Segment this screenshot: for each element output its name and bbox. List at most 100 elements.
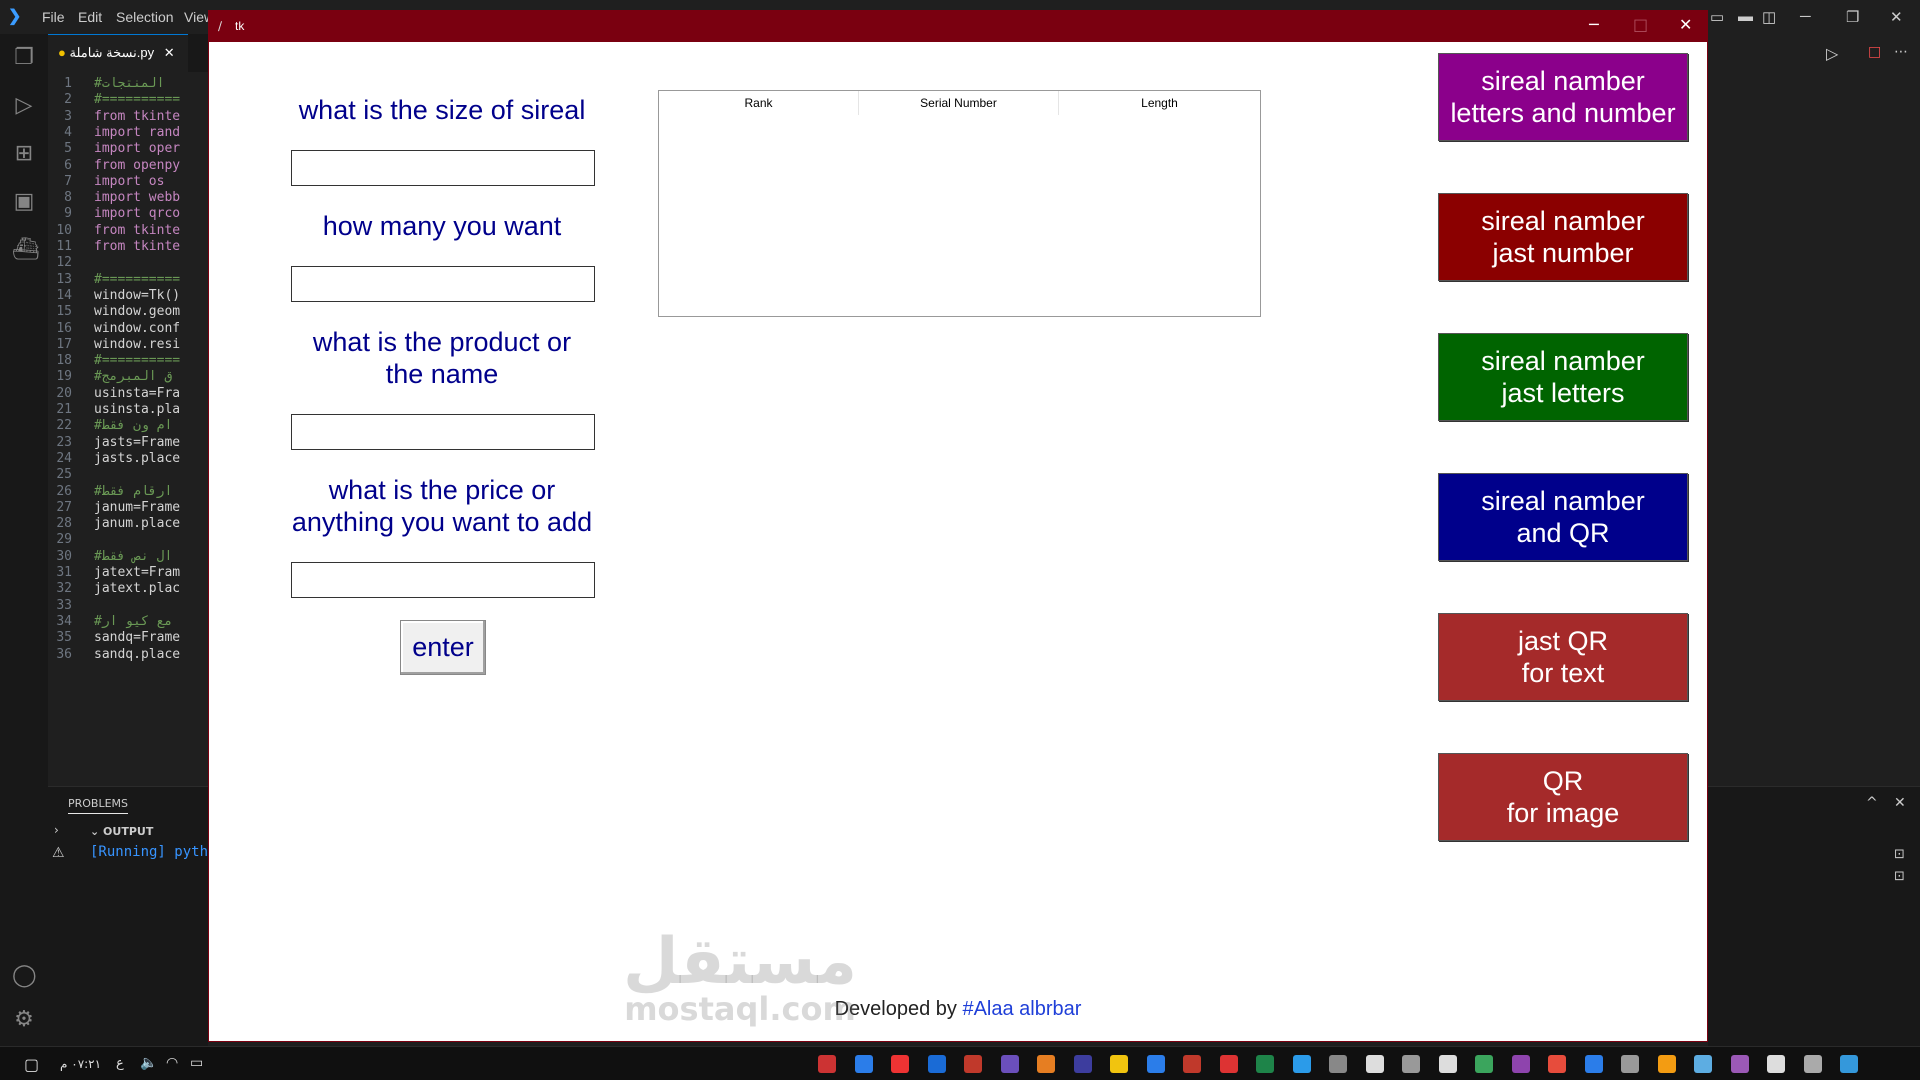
tk-feather-icon: ∕ xyxy=(218,19,223,33)
generator-button-3[interactable]: sireal namber jast letters xyxy=(1438,333,1688,421)
menu-selection[interactable]: Selection xyxy=(116,9,174,25)
tab-close-icon[interactable]: ✕ xyxy=(164,45,175,60)
code-text: window.conf xyxy=(94,320,181,336)
generator-button-4[interactable]: sireal namber and QR xyxy=(1438,473,1688,561)
taskbar-app-icon[interactable] xyxy=(1657,1055,1676,1073)
enter-button[interactable]: enter xyxy=(400,620,486,675)
wifi-icon[interactable]: ◠ xyxy=(166,1055,178,1071)
taskbar-app-icon[interactable] xyxy=(1438,1055,1457,1073)
volume-icon[interactable]: 🔈 xyxy=(140,1055,157,1071)
notification-icon[interactable]: ▢ xyxy=(24,1055,39,1074)
remote-explorer-icon[interactable]: ▣ xyxy=(12,190,36,214)
run-debug-icon[interactable]: ▷ xyxy=(12,94,36,118)
taskbar-app-icon[interactable] xyxy=(1548,1055,1566,1073)
explorer-icon[interactable]: ❐ xyxy=(12,46,36,70)
generator-button-2[interactable]: sireal namber jast number xyxy=(1438,193,1688,281)
vscode-close-icon[interactable]: ✕ xyxy=(1890,8,1903,26)
count-entry[interactable] xyxy=(291,266,595,302)
output-label: OUTPUT xyxy=(103,825,154,838)
close-panel-icon[interactable]: ✕ xyxy=(1894,795,1906,811)
more-actions-icon[interactable]: ⋯ xyxy=(1894,44,1908,60)
taskbar-app-icon[interactable] xyxy=(1730,1055,1749,1073)
taskbar-app-icon[interactable] xyxy=(1584,1055,1603,1073)
price-entry[interactable] xyxy=(291,562,595,598)
taskbar-app-icon[interactable] xyxy=(927,1055,946,1073)
menu-file[interactable]: File xyxy=(42,9,65,25)
chevron-right-icon[interactable]: › xyxy=(54,823,59,837)
taskbar-app-icon[interactable] xyxy=(1183,1055,1201,1073)
generator-button-5[interactable]: jast QR for text xyxy=(1438,613,1688,701)
taskbar-app-icon[interactable] xyxy=(818,1055,836,1073)
tk-client-area: what is the size of sireal how many you … xyxy=(209,42,1707,1041)
button-label-line2: and QR xyxy=(1516,518,1610,548)
account-icon[interactable]: ◯ xyxy=(12,964,37,988)
taskbar-app-icon[interactable] xyxy=(1219,1055,1238,1073)
taskbar-app-icon[interactable] xyxy=(1621,1055,1639,1073)
button-label-line2: jast number xyxy=(1492,238,1634,268)
terminal-icon-2[interactable]: ⊡ xyxy=(1894,869,1905,884)
sidebar-toggle-icon[interactable]: ◫ xyxy=(1762,8,1776,26)
code-text: jasts.place xyxy=(94,450,181,466)
taskbar-app-icon[interactable] xyxy=(1256,1055,1274,1073)
product-entry[interactable] xyxy=(291,414,595,450)
code-text: jatext=Fram xyxy=(94,565,181,580)
extensions-icon[interactable]: ⊞ xyxy=(12,142,36,166)
serial-treeview[interactable]: Rank Serial Number Length xyxy=(658,90,1261,317)
taskbar-app-icon[interactable] xyxy=(1365,1055,1384,1073)
tk-window-title: tk xyxy=(235,19,245,33)
vscode-restore-icon[interactable]: ❐ xyxy=(1846,8,1859,26)
code-editor[interactable]: 1 #المنتجات 2 #========== 3 from tkinte 4 impor… xyxy=(48,34,208,786)
taskbar-app-icon[interactable] xyxy=(1511,1055,1530,1073)
taskbar-app-icon[interactable] xyxy=(1146,1055,1165,1073)
taskbar-app-icon[interactable] xyxy=(1402,1055,1420,1073)
tab-problems[interactable]: PROBLEMS xyxy=(68,797,129,814)
taskbar-app-icon[interactable] xyxy=(854,1055,873,1073)
run-file-icon[interactable]: ▷ xyxy=(1826,44,1838,63)
taskbar-app-icon[interactable] xyxy=(1000,1055,1019,1073)
taskbar-app-icon[interactable] xyxy=(1840,1055,1858,1073)
column-header-rank[interactable]: Rank xyxy=(659,91,859,115)
activity-bar: ❐ ▷ ⊞ ▣ ⛴ ◯ ⚙ xyxy=(0,34,48,1046)
taskbar-clock[interactable]: ٠٧:٢١ م xyxy=(60,1057,101,1071)
code-text: usinsta=Fra xyxy=(94,385,181,401)
generator-button-6[interactable]: QR for image xyxy=(1438,753,1688,841)
taskbar-app-icon[interactable] xyxy=(1767,1055,1785,1073)
output-section-title[interactable]: ⌄ OUTPUT xyxy=(90,825,153,838)
settings-gear-icon[interactable]: ⚙ xyxy=(12,1008,36,1032)
taskbar-app-icon[interactable] xyxy=(1329,1055,1347,1073)
tk-minimize-icon[interactable]: ─ xyxy=(1589,15,1599,34)
vscode-minimize-icon[interactable]: ─ xyxy=(1800,8,1811,25)
column-header-serial-number[interactable]: Serial Number xyxy=(859,91,1059,115)
taskbar-app-icon[interactable] xyxy=(1475,1055,1493,1073)
taskbar-app-icon[interactable] xyxy=(1110,1055,1128,1073)
tk-close-icon[interactable]: ✕ xyxy=(1679,15,1692,34)
battery-icon[interactable]: ▭ xyxy=(190,1055,203,1071)
generator-button-1[interactable]: sireal namber letters and number xyxy=(1438,53,1688,141)
serial-size-entry[interactable] xyxy=(291,150,595,186)
taskbar-app-icon[interactable] xyxy=(1292,1055,1311,1073)
taskbar-app-icon[interactable] xyxy=(1694,1055,1712,1073)
panel-toggle-icon[interactable]: ▬ xyxy=(1738,8,1753,25)
code-text: from openpy xyxy=(94,157,181,173)
maximize-panel-icon[interactable]: ^ xyxy=(1866,795,1878,811)
taskbar-app-icon[interactable] xyxy=(1073,1055,1092,1073)
taskbar-app-icon[interactable] xyxy=(1803,1055,1822,1073)
code-text: #ام ون فقط xyxy=(94,418,173,434)
taskbar-app-icon[interactable] xyxy=(891,1055,909,1073)
terminal-icon[interactable]: ⊡ xyxy=(1894,847,1905,862)
editor-tab[interactable]: ● نسخة شاملة.py ✕ xyxy=(48,34,188,72)
bottom-panel: PROBLEMS › ⌄ OUTPUT ⚠ [Running] pyth xyxy=(48,786,208,1046)
tk-titlebar[interactable]: ∕ tk ─ □ ✕ xyxy=(209,11,1707,42)
taskbar-app-icon[interactable] xyxy=(1037,1055,1055,1073)
button-label-line1: jast QR xyxy=(1517,626,1609,656)
stop-icon[interactable]: □ xyxy=(1868,44,1881,60)
button-label-line1: QR xyxy=(1542,766,1584,796)
menu-edit[interactable]: Edit xyxy=(78,9,102,25)
language-indicator[interactable]: ع xyxy=(116,1056,124,1071)
code-text: sandq.place xyxy=(94,646,181,662)
docker-icon[interactable]: ⛴ xyxy=(12,238,40,262)
column-header-length[interactable]: Length xyxy=(1059,91,1260,115)
code-text: window.resi xyxy=(94,336,181,352)
layout-toggle-icon[interactable]: ▭ xyxy=(1710,8,1724,26)
taskbar-app-icon[interactable] xyxy=(964,1055,982,1073)
